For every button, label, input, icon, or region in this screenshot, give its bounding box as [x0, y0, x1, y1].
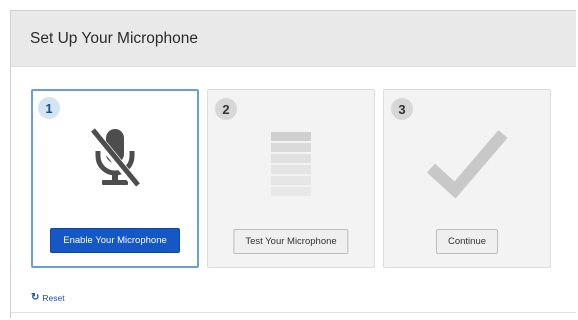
refresh-icon: ↻: [31, 292, 40, 303]
step-card-enable: 1 Enable Your Microphone: [31, 89, 199, 268]
enable-microphone-button[interactable]: Enable Your Microphone: [50, 228, 180, 253]
reset-link[interactable]: ↻ Reset: [31, 292, 65, 304]
checkmark-icon: [427, 130, 507, 198]
microphone-muted-icon: [88, 128, 142, 190]
step-icon-area: [208, 124, 374, 204]
step-number-badge: 1: [38, 97, 60, 119]
dialog-header: Set Up Your Microphone: [11, 11, 576, 67]
step-card-continue: 3 Continue: [383, 89, 551, 268]
step-number-badge: 3: [391, 98, 413, 120]
step-number-badge: 2: [215, 98, 237, 120]
step-icon-area: [33, 121, 197, 201]
test-microphone-button[interactable]: Test Your Microphone: [233, 229, 349, 254]
microphone-setup-dialog: Set Up Your Microphone 1 Enable Your Mic…: [10, 10, 576, 318]
step-card-test: 2 Test Your Microphone: [207, 89, 375, 268]
reset-label: Reset: [42, 293, 65, 303]
page-title: Set Up Your Microphone: [30, 29, 199, 47]
continue-button[interactable]: Continue: [435, 229, 499, 254]
level-meter-icon: [271, 132, 311, 196]
footer-divider: [11, 312, 576, 313]
step-icon-area: [384, 124, 550, 204]
